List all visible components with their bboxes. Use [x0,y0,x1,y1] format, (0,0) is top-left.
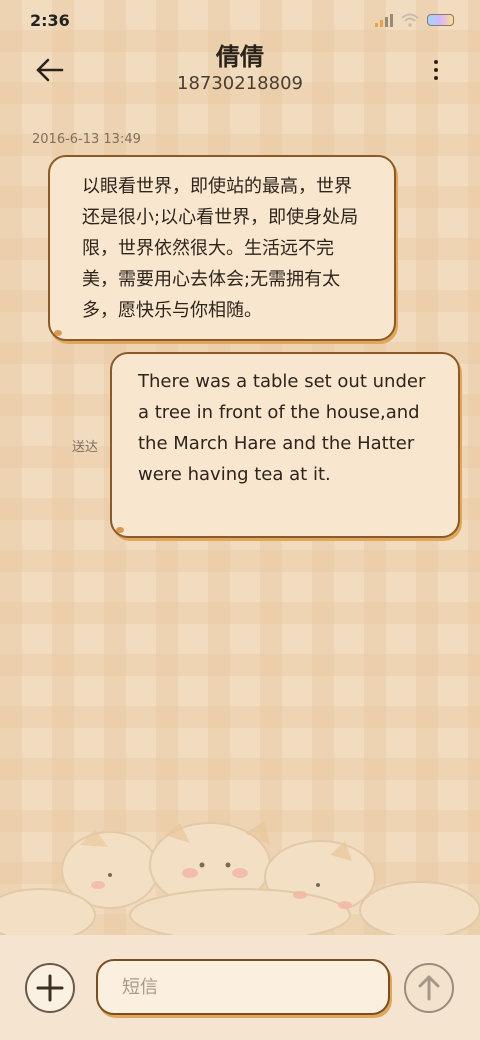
status-bar: 2:36 [0,0,480,40]
battery-icon [427,14,454,26]
message-timestamp: 2016-6-13 13:49 [32,132,141,147]
received-message-bubble[interactable]: 以眼看世界，即使站的最高，世界还是很小;以心看世界，即使身处局限，世界依然很大。… [48,155,396,341]
cellular-signal-icon [375,13,393,27]
arrow-up-icon [418,975,440,1001]
sent-message-text: There was a table set out under a tree i… [138,371,426,485]
message-composer [0,935,480,1040]
contact-title: 倩倩 18730218809 [120,42,360,95]
message-input[interactable] [98,961,388,1013]
sent-message-bubble[interactable]: There was a table set out under a tree i… [110,352,460,538]
more-vertical-icon [434,60,438,64]
wifi-icon [401,13,419,27]
message-input-box[interactable] [96,959,390,1015]
contact-number: 18730218809 [177,73,303,94]
delivery-status: 送达 [72,440,99,455]
conversation-header: 倩倩 18730218809 [0,40,480,110]
contact-name: 倩倩 [216,43,264,71]
plus-circle-icon [36,974,64,1002]
arrow-left-icon [36,58,64,82]
received-message-text: 以眼看世界，即使站的最高，世界还是很小;以心看世界，即使身处局限，世界依然很大。… [82,176,359,321]
more-options-button[interactable] [428,58,444,82]
status-icons [375,13,454,27]
back-button[interactable] [30,54,70,86]
attach-button[interactable] [25,963,75,1013]
shiba-dogs-illustration [0,821,480,935]
status-time: 2:36 [30,11,70,30]
send-button[interactable] [404,963,454,1013]
